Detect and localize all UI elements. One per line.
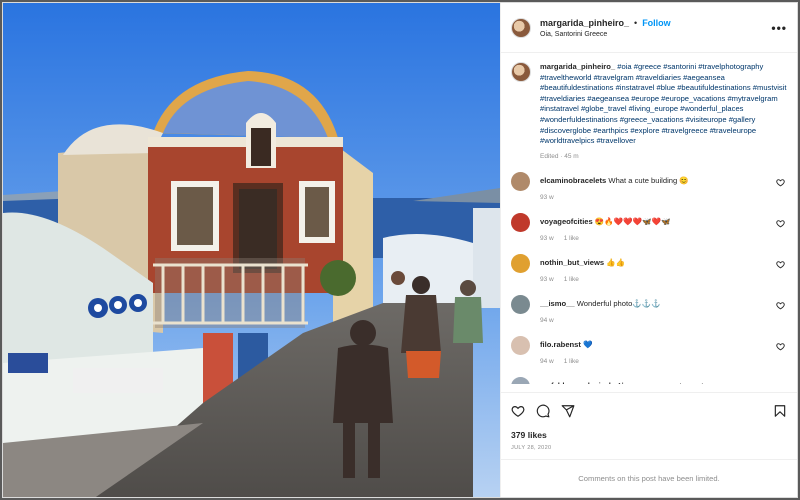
post-panel: margarida_pinheiro_ • Follow Oia, Santor… [500, 3, 797, 497]
follow-button[interactable]: Follow [642, 18, 671, 28]
comment-heart-icon[interactable] [776, 342, 785, 351]
commenter-username[interactable]: filo.rabenst [540, 340, 581, 349]
likes-count[interactable]: 379 likes [501, 430, 797, 440]
comment-meta: 94 w 1 like [540, 358, 787, 365]
caption-text: margarida_pinheiro_ #oia #greece #santor… [540, 62, 787, 147]
comment-icon[interactable] [536, 404, 550, 418]
comment-time: 94 w [540, 316, 554, 324]
comment-item: nothin_but_views 👍👍 93 w 1 like [511, 253, 787, 283]
comment-heart-icon[interactable] [776, 260, 785, 269]
commenter-avatar[interactable] [511, 212, 530, 232]
commenter-username[interactable]: __ismo__ [540, 299, 575, 308]
comment-item: voyageofcities 😍🔥❤️❤️❤️🦋❤️🦋 93 w 1 like [511, 212, 787, 242]
comment-meta: 94 w [540, 317, 787, 324]
comment-heart-icon[interactable] [776, 178, 785, 187]
comment-list: elcaminobracelets What a cute building 😊… [511, 171, 787, 392]
comment-heart-icon[interactable] [776, 301, 785, 310]
commenter-avatar[interactable] [511, 335, 530, 355]
post-location[interactable]: Oia, Santorini Greece [540, 31, 671, 38]
author-info: margarida_pinheiro_ • Follow Oia, Santor… [540, 18, 671, 38]
author-avatar[interactable] [511, 17, 531, 38]
comment-line: nothin_but_views 👍👍 [540, 258, 787, 268]
more-icon[interactable]: ••• [771, 21, 787, 35]
comments-section[interactable]: margarida_pinheiro_ #oia #greece #santor… [501, 53, 797, 392]
author-username[interactable]: margarida_pinheiro_ [540, 18, 629, 28]
comment-likes[interactable]: 1 like [564, 358, 579, 365]
comment-heart-icon[interactable] [776, 219, 785, 228]
share-icon[interactable] [561, 404, 575, 418]
comment-text: 👍👍 [606, 257, 626, 267]
comment-body: filo.rabenst 💙 94 w 1 like [540, 336, 787, 365]
comment-likes[interactable]: 1 like [564, 235, 579, 242]
comment-time: 93 w [540, 275, 554, 283]
comment-meta: 93 w [540, 194, 787, 201]
action-bar [501, 392, 797, 428]
post-date: JULY 28, 2020 [511, 445, 552, 451]
comment-line: voyageofcities 😍🔥❤️❤️❤️🦋❤️🦋 [540, 217, 787, 227]
comment-meta: 93 w 1 like [540, 276, 787, 283]
separator-dot: • [634, 17, 638, 28]
bookmark-icon[interactable] [773, 404, 787, 418]
edited-timestamp: Edited · 45 m [540, 152, 579, 160]
comment-body: nothin_but_views 👍👍 93 w 1 like [540, 254, 787, 283]
comment-text: 💙 [583, 339, 593, 349]
commenter-username[interactable]: voyageofcities [540, 217, 593, 226]
comment-line: __ismo__ Wonderful photo⚓⚓⚓ [540, 299, 787, 309]
comment-time: 94 w [540, 357, 554, 365]
scroll-fade [501, 384, 797, 392]
comment-likes[interactable]: 1 like [564, 276, 579, 283]
comment-time: 93 w [540, 234, 554, 242]
caption: margarida_pinheiro_ #oia #greece #santor… [511, 62, 787, 147]
caption-avatar[interactable] [511, 62, 531, 82]
comment-body: __ismo__ Wonderful photo⚓⚓⚓ 94 w [540, 295, 787, 324]
comment-line: elcaminobracelets What a cute building 😊 [540, 176, 787, 186]
commenter-username[interactable]: elcaminobracelets [540, 176, 606, 185]
post-dialog: margarida_pinheiro_ • Follow Oia, Santor… [2, 2, 798, 498]
comment-item: __ismo__ Wonderful photo⚓⚓⚓ 94 w [511, 294, 787, 324]
santorini-photo [3, 3, 500, 497]
comment-item: elcaminobracelets What a cute building 😊… [511, 171, 787, 201]
comment-meta: 93 w 1 like [540, 235, 787, 242]
comment-body: voyageofcities 😍🔥❤️❤️❤️🦋❤️🦋 93 w 1 like [540, 213, 787, 242]
comment-line: filo.rabenst 💙 [540, 340, 787, 350]
comment-body: elcaminobracelets What a cute building 😊… [540, 172, 787, 201]
comment-time: 93 w [540, 193, 554, 201]
commenter-avatar[interactable] [511, 294, 530, 314]
commenter-avatar[interactable] [511, 253, 530, 273]
comment-item: filo.rabenst 💙 94 w 1 like [511, 335, 787, 365]
commenter-username[interactable]: nothin_but_views [540, 258, 604, 267]
commenter-avatar[interactable] [511, 171, 530, 191]
comments-limited-notice: Comments on this post have been limited. [501, 459, 797, 497]
caption-hashtags[interactable]: #oia #greece #santorini #travelphotograp… [540, 62, 787, 145]
comment-text: 😍🔥❤️❤️❤️🦋❤️🦋 [594, 216, 671, 226]
comment-text: What a cute building 😊 [608, 175, 689, 185]
post-photo[interactable] [3, 3, 500, 497]
comment-text: Wonderful photo⚓⚓⚓ [576, 298, 661, 308]
heart-icon[interactable] [511, 404, 525, 418]
post-header: margarida_pinheiro_ • Follow Oia, Santor… [501, 3, 797, 53]
caption-username[interactable]: margarida_pinheiro_ [540, 62, 615, 71]
